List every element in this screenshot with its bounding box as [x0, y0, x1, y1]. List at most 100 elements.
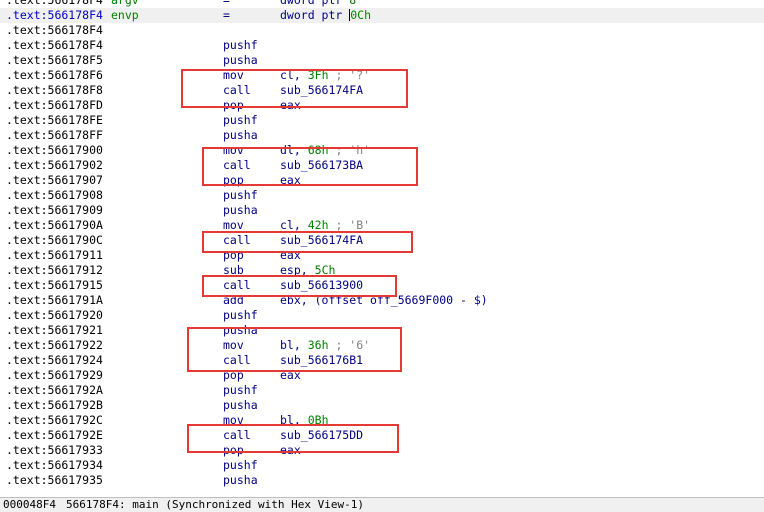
operand-text[interactable]: sub_566174FA [280, 83, 363, 97]
mnemonic: call [223, 428, 251, 442]
listing-line[interactable]: .text:5661792B pusha [0, 398, 764, 413]
listing-line[interactable]: .text:5661792E call sub_566175DD [0, 428, 764, 443]
mnemonic: pusha [223, 128, 258, 142]
operand-text[interactable]: sub_566175DD [280, 428, 363, 442]
listing-line[interactable]: .text:566178F8 call sub_566174FA [0, 83, 764, 98]
listing-line[interactable]: .text:56617924 call sub_566176B1 [0, 353, 764, 368]
operands: dl, 68h ; 'h' [280, 143, 370, 158]
operand-number: 3Fh [307, 68, 329, 82]
operand-text[interactable]: sub_566176B1 [280, 353, 363, 367]
listing-line[interactable]: .text:56617907 pop eax [0, 173, 764, 188]
operand-text[interactable]: sub_566174FA [280, 233, 363, 247]
disassembly-listing[interactable]: .text:566178F4 argv = dword ptr 8 .text:5661… [0, 0, 764, 497]
listing-line[interactable]: .text:5661790A mov cl, 42h ; 'B' [0, 218, 764, 233]
listing-line[interactable]: .text:566178FD pop eax [0, 98, 764, 113]
listing-line[interactable]: .text:56617920 pushf [0, 308, 764, 323]
operands: sub_56613900 [280, 278, 363, 293]
var-name[interactable]: envp [111, 8, 139, 23]
listing-line[interactable]: .text:56617900 mov dl, 68h ; 'h' [0, 143, 764, 158]
listing-line[interactable]: .text:566178F4 pushf [0, 38, 764, 53]
operand-text[interactable]: eax [280, 368, 301, 382]
operand-number: 0Bh [307, 413, 329, 427]
listing-line[interactable]: .text:56617935 pusha [0, 473, 764, 488]
line-address: .text:566178FD [6, 98, 103, 112]
line-address: .text:566178F4 [6, 38, 103, 52]
operand-text[interactable]: eax [280, 98, 301, 112]
line-address: .text:56617933 [6, 443, 103, 457]
listing-line[interactable]: .text:566178F4 envp = dword ptr 0Ch [0, 8, 764, 23]
listing-line[interactable]: .text:56617902 call sub_566173BA [0, 158, 764, 173]
listing-line[interactable]: .text:566178FF pusha [0, 128, 764, 143]
listing-line[interactable]: .text:566178F4 [0, 23, 764, 38]
operand-text[interactable]: dl, [280, 143, 301, 157]
operands: dword ptr 8 [280, 0, 356, 8]
operand-text[interactable]: sub_56613900 [280, 278, 363, 292]
comment: ; '6' [335, 338, 371, 352]
operand-text[interactable]: eax [280, 443, 301, 457]
line-address: .text:5661792C [6, 413, 103, 427]
listing-line[interactable]: .text:56617915 call sub_56613900 [0, 278, 764, 293]
operands: sub_566175DD [280, 428, 363, 443]
mnemonic: pusha [223, 398, 258, 412]
operand-text[interactable]: dword ptr [280, 0, 342, 7]
line-address: .text:56617909 [6, 203, 103, 217]
status-offset: 000048F4 [3, 498, 56, 511]
listing-line[interactable]: .text:56617912 sub esp, 5Ch [0, 263, 764, 278]
listing-line[interactable]: .text:56617922 mov bl, 36h ; '6' [0, 338, 764, 353]
line-address: .text:566178F8 [6, 83, 103, 97]
mnemonic: call [223, 278, 251, 292]
operand-text[interactable]: sub_566173BA [280, 158, 363, 172]
listing-line[interactable]: .text:5661792C mov bl, 0Bh [0, 413, 764, 428]
mnemonic: call [223, 83, 251, 97]
mnemonic: sub [223, 263, 244, 277]
operand-text[interactable]: cl, [280, 68, 301, 82]
line-address: .text:5661792B [6, 398, 103, 412]
operand-text[interactable]: eax [280, 248, 301, 262]
operand-text[interactable]: eax [280, 173, 301, 187]
line-address: .text:56617924 [6, 353, 103, 367]
mnemonic: = [223, 0, 230, 7]
listing-line[interactable]: .text:566178FE pushf [0, 113, 764, 128]
mnemonic: mov [223, 338, 244, 352]
status-location: 566178F4: main [65, 498, 159, 511]
operands: eax [280, 368, 301, 383]
line-address: .text:566178F4 [6, 0, 103, 7]
operand-text[interactable]: bl, [280, 338, 301, 352]
operand-number: 5Ch [314, 263, 336, 277]
listing-line[interactable]: .text:56617908 pushf [0, 188, 764, 203]
operand-text[interactable]: ebx, (offset off_5669F000 - $) [280, 293, 488, 307]
line-address: .text:56617935 [6, 473, 103, 487]
operand-text[interactable]: dword ptr [280, 8, 342, 22]
comment: ; 'B' [335, 218, 371, 232]
listing-line[interactable]: .text:56617921 pusha [0, 323, 764, 338]
line-address: .text:56617921 [6, 323, 103, 337]
mnemonic: pusha [223, 323, 258, 337]
listing-line[interactable]: .text:566178F5 pusha [0, 53, 764, 68]
status-sync: (Synchronized with Hex View-1) [165, 498, 365, 511]
mnemonic: add [223, 293, 244, 307]
listing-line[interactable]: .text:566178F4 argv = dword ptr 8 [0, 0, 764, 8]
listing-line[interactable]: .text:56617933 pop eax [0, 443, 764, 458]
listing-line[interactable]: .text:56617911 pop eax [0, 248, 764, 263]
mnemonic: pushf [223, 113, 258, 127]
listing-line[interactable]: .text:566178F6 mov cl, 3Fh ; '?' [0, 68, 764, 83]
listing-line[interactable]: .text:5661792A pushf [0, 383, 764, 398]
listing-line[interactable]: .text:56617934 pushf [0, 458, 764, 473]
listing-line[interactable]: .text:5661791A add ebx, (offset off_5669F0… [0, 293, 764, 308]
var-name[interactable]: argv [111, 0, 139, 8]
listing-line[interactable]: .text:56617909 pusha [0, 203, 764, 218]
mnemonic: pop [223, 368, 244, 382]
line-address: .text:5661790C [6, 233, 103, 247]
listing-line[interactable]: .text:56617929 pop eax [0, 368, 764, 383]
operands: eax [280, 443, 301, 458]
operands: ebx, (offset off_5669F000 - $) [280, 293, 488, 308]
status-bar: 000048F4 566178F4: main (Synchronized wit… [0, 497, 764, 512]
mnemonic: call [223, 353, 251, 367]
operand-number: 8 [349, 0, 357, 7]
listing-line[interactable]: .text:5661790C call sub_566174FA [0, 233, 764, 248]
operand-text[interactable]: bl, [280, 413, 301, 427]
operand-number: 36h [307, 338, 329, 352]
mnemonic: pushf [223, 458, 258, 472]
operand-text[interactable]: cl, [280, 218, 301, 232]
operand-text[interactable]: esp, [280, 263, 308, 277]
